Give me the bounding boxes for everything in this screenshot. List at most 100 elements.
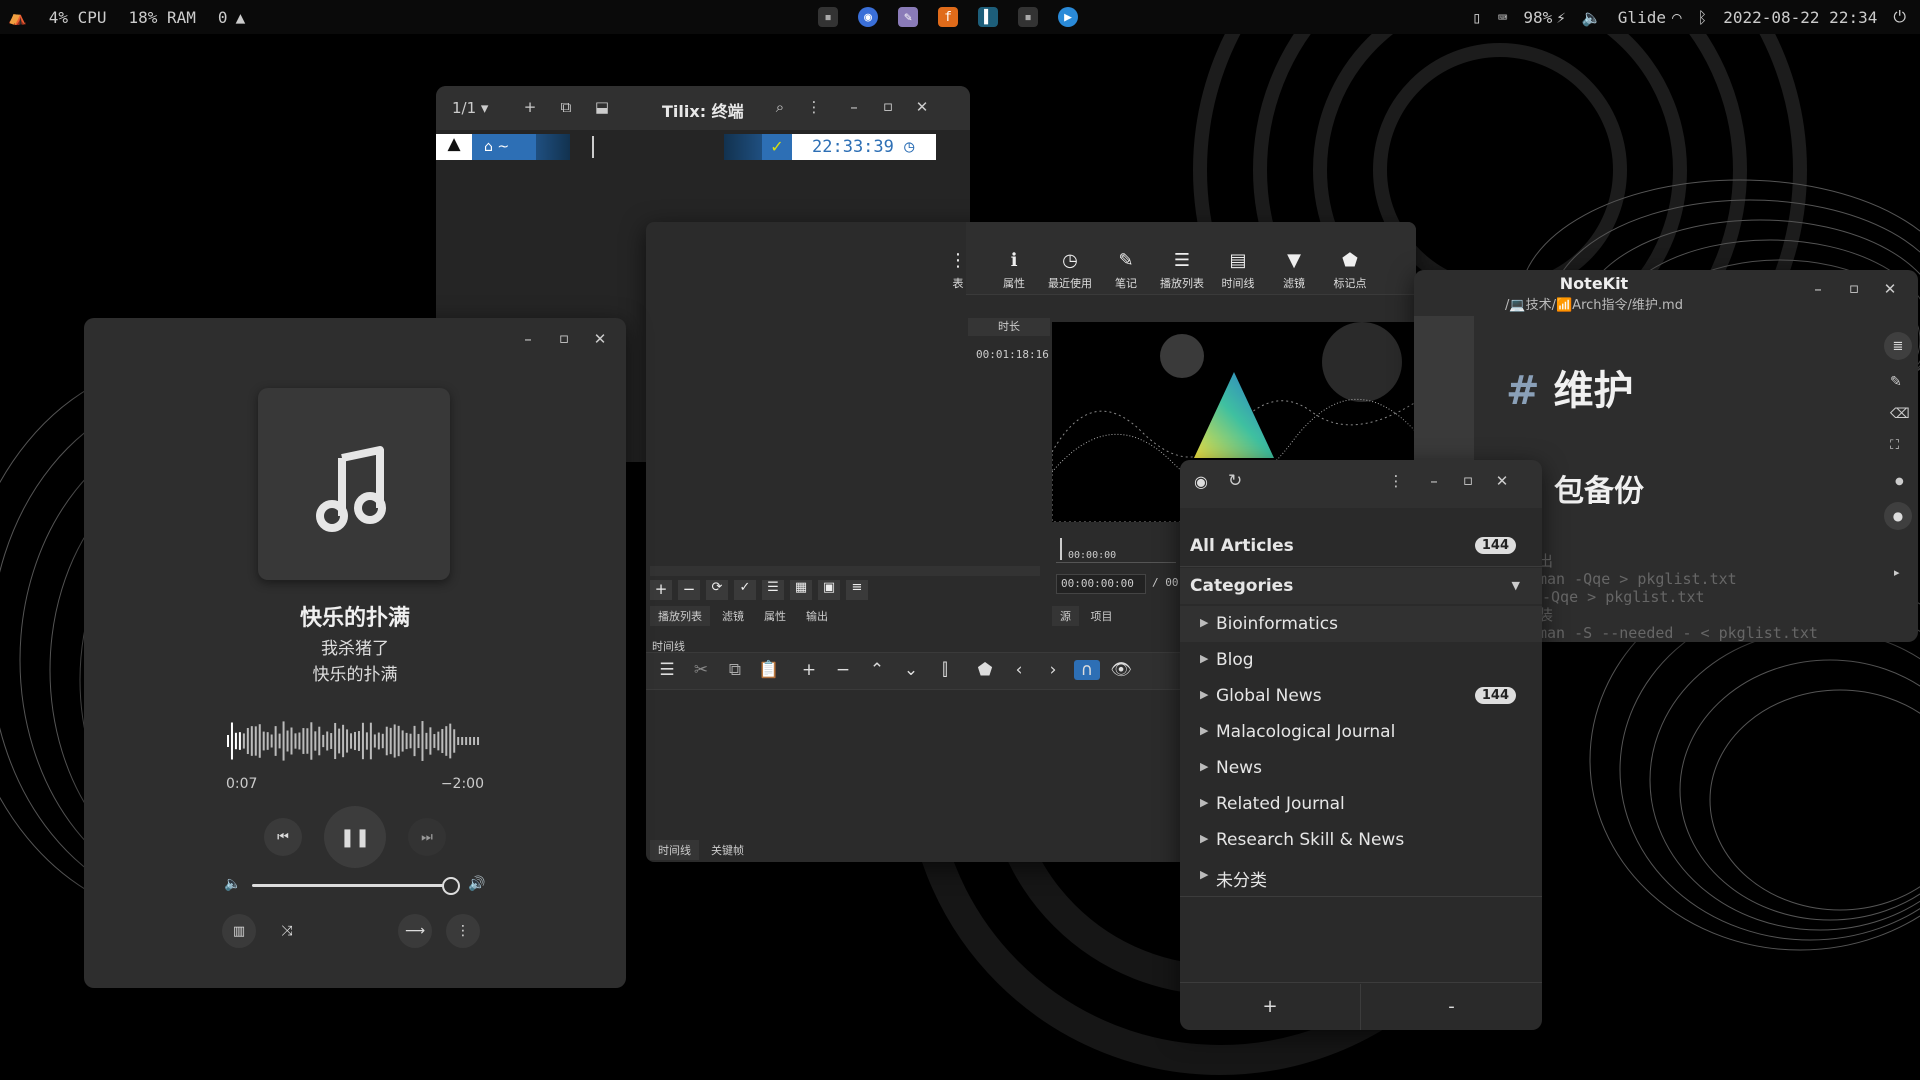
tab-timeline[interactable]: 时间线 bbox=[650, 840, 699, 860]
pen-icon[interactable]: ✎ bbox=[1890, 374, 1902, 390]
volume-slider[interactable] bbox=[252, 877, 460, 895]
battery-charging-icon[interactable]: ⚡ bbox=[1556, 8, 1566, 27]
list-item[interactable]: ▶ 未分类 bbox=[1180, 858, 1542, 894]
lift-icon[interactable]: ⌃ bbox=[864, 660, 890, 680]
clock[interactable]: 2022-08-22 22:34 bbox=[1723, 8, 1877, 27]
editor-icon[interactable]: ✎ bbox=[898, 7, 918, 27]
preview-ruler[interactable]: 00:00:00 bbox=[1056, 538, 1176, 563]
ripple-delete-icon[interactable]: − bbox=[830, 660, 856, 680]
refresh-icon[interactable]: ↻ bbox=[1228, 471, 1242, 491]
session-switcher[interactable]: 1/1 ▾ bbox=[452, 99, 488, 117]
toolbar-list[interactable]: ⋮ 表 bbox=[930, 250, 986, 291]
all-articles-row[interactable]: All Articles 144 bbox=[1180, 528, 1542, 564]
append-icon[interactable]: + bbox=[796, 660, 822, 680]
toolbar-notes[interactable]: ✎ 笔记 bbox=[1098, 250, 1154, 291]
flash-icon[interactable]: f bbox=[938, 7, 958, 27]
next-marker-icon[interactable]: › bbox=[1040, 660, 1066, 680]
minimize-icon[interactable]: – bbox=[1808, 280, 1828, 298]
menu-icon[interactable]: ⋮ bbox=[804, 98, 824, 116]
close-icon[interactable]: ✕ bbox=[912, 98, 932, 116]
toolbar-playlist[interactable]: ☰ 播放列表 bbox=[1154, 250, 1210, 291]
tiles-view-icon[interactable]: ▦ bbox=[790, 580, 812, 600]
icons-view-icon[interactable]: ▣ bbox=[818, 580, 840, 600]
details-view-icon[interactable]: ☰ bbox=[762, 580, 784, 600]
volume-knob[interactable] bbox=[442, 877, 460, 895]
tab-filters[interactable]: 滤镜 bbox=[714, 606, 752, 626]
workspace-indicator[interactable]: 0 bbox=[218, 8, 228, 27]
terminal-tray-icon[interactable]: ▪ bbox=[818, 7, 838, 27]
list-item[interactable]: ▶ Blog bbox=[1180, 642, 1542, 678]
maximize-icon[interactable]: ▫ bbox=[878, 97, 898, 115]
list-item[interactable]: ▶ Malacological Journal bbox=[1180, 714, 1542, 750]
maximize-icon[interactable]: ▫ bbox=[1844, 279, 1864, 297]
playhead[interactable] bbox=[1060, 538, 1062, 560]
phone-icon[interactable]: ▯ bbox=[1472, 8, 1482, 27]
arch-logo-icon[interactable]: ⛺ bbox=[8, 8, 27, 26]
volume-icon[interactable]: 🔈 bbox=[1582, 8, 1602, 27]
terminal2-tray-icon[interactable]: ▪ bbox=[1018, 7, 1038, 27]
shuffle-button[interactable]: ⤨ bbox=[270, 914, 304, 948]
list-item[interactable]: ▶ Global News 144 bbox=[1180, 678, 1542, 714]
update-icon[interactable]: ⟳ bbox=[706, 580, 728, 600]
menu-icon[interactable]: ⋮ bbox=[1386, 472, 1406, 490]
paste-icon[interactable]: 📋 bbox=[756, 660, 782, 680]
expand-icon[interactable]: ▸ bbox=[1894, 566, 1900, 579]
split-horizontal-icon[interactable]: ⧉ bbox=[556, 98, 576, 116]
eraser-icon[interactable]: ⌫ bbox=[1890, 406, 1910, 422]
feed-app-icon[interactable]: ◉ bbox=[1194, 472, 1208, 491]
terminal-prompt[interactable]: ▲ ⌂ ~ ✓ 22:33:39 ◷ bbox=[436, 134, 970, 160]
close-icon[interactable]: ✕ bbox=[1492, 472, 1512, 490]
small-dot-icon[interactable]: ● bbox=[1895, 476, 1904, 487]
timecode-field[interactable]: 00:00:00:00 bbox=[1056, 574, 1146, 594]
tab-playlist[interactable]: 播放列表 bbox=[650, 606, 710, 626]
search-icon[interactable]: ⌕ bbox=[770, 98, 790, 116]
select-icon[interactable]: ⛶ bbox=[1890, 438, 1899, 453]
keyboard-icon[interactable]: ⌨ bbox=[1498, 8, 1508, 27]
categories-header[interactable]: Categories ▼ bbox=[1180, 568, 1542, 604]
list-item[interactable]: ▶ Related Journal bbox=[1180, 786, 1542, 822]
pause-button[interactable]: ❚❚ bbox=[324, 806, 386, 868]
add-icon[interactable]: + bbox=[650, 580, 672, 600]
repeat-button[interactable]: ⟶ bbox=[398, 914, 432, 948]
next-button[interactable]: ⏭ bbox=[408, 818, 446, 856]
list-item[interactable]: ▶ News bbox=[1180, 750, 1542, 786]
list-item[interactable]: ▶ Research Skill & News bbox=[1180, 822, 1542, 858]
remove-icon[interactable]: − bbox=[678, 580, 700, 600]
timeline-menu-icon[interactable]: ☰ bbox=[654, 660, 680, 680]
list-item[interactable]: ▶ Bioinformatics bbox=[1180, 606, 1542, 642]
tab-source[interactable]: 源 bbox=[1052, 606, 1079, 626]
maximize-icon[interactable]: ▫ bbox=[1458, 471, 1478, 489]
tab-keyframes[interactable]: 关键帧 bbox=[703, 840, 752, 860]
add-session-icon[interactable]: + bbox=[520, 98, 540, 116]
toolbar-filters[interactable]: ▼ 滤镜 bbox=[1266, 250, 1322, 291]
split-icon[interactable]: ⫿ bbox=[932, 660, 958, 680]
tab-output[interactable]: 输出 bbox=[798, 606, 836, 626]
close-icon[interactable]: ✕ bbox=[590, 330, 610, 348]
player-icon[interactable]: ▶ bbox=[1058, 7, 1078, 27]
toolbar-markers[interactable]: ⬟ 标记点 bbox=[1322, 250, 1378, 291]
categories-collapse-icon[interactable]: ▼ bbox=[1512, 579, 1520, 592]
chrome-icon[interactable]: ◉ bbox=[858, 7, 878, 27]
minimize-icon[interactable]: – bbox=[1424, 472, 1444, 490]
sidebar-toggle-button[interactable]: ▥ bbox=[222, 914, 256, 948]
toolbar-properties[interactable]: ℹ 属性 bbox=[986, 250, 1042, 291]
split-vertical-icon[interactable]: ⬓ bbox=[592, 98, 612, 116]
tab-properties[interactable]: 属性 bbox=[756, 606, 794, 626]
playlist-scrollbar[interactable] bbox=[650, 566, 1040, 576]
remove-feed-button[interactable]: - bbox=[1361, 984, 1542, 1030]
large-dot-icon[interactable]: ● bbox=[1884, 502, 1912, 530]
cut-icon[interactable]: ✂ bbox=[688, 660, 714, 680]
previous-button[interactable]: ⏮ bbox=[264, 818, 302, 856]
waveform-seekbar[interactable] bbox=[224, 716, 486, 766]
playlist-menu-icon[interactable]: ≡ bbox=[846, 580, 868, 600]
maximize-icon[interactable]: ▫ bbox=[554, 329, 574, 347]
power-icon[interactable]: ⏻ bbox=[1893, 7, 1906, 27]
snap-icon[interactable]: ∩ bbox=[1074, 660, 1100, 680]
tab-project[interactable]: 项目 bbox=[1083, 606, 1121, 626]
prev-marker-icon[interactable]: ‹ bbox=[1006, 660, 1032, 680]
toolbar-timeline[interactable]: ▤ 时间线 bbox=[1210, 250, 1266, 291]
check-icon[interactable]: ✓ bbox=[734, 580, 756, 600]
scrub-icon[interactable]: 👁 bbox=[1108, 660, 1134, 680]
marker-add-icon[interactable]: ⬟ bbox=[972, 660, 998, 680]
add-feed-button[interactable]: + bbox=[1180, 984, 1360, 1030]
